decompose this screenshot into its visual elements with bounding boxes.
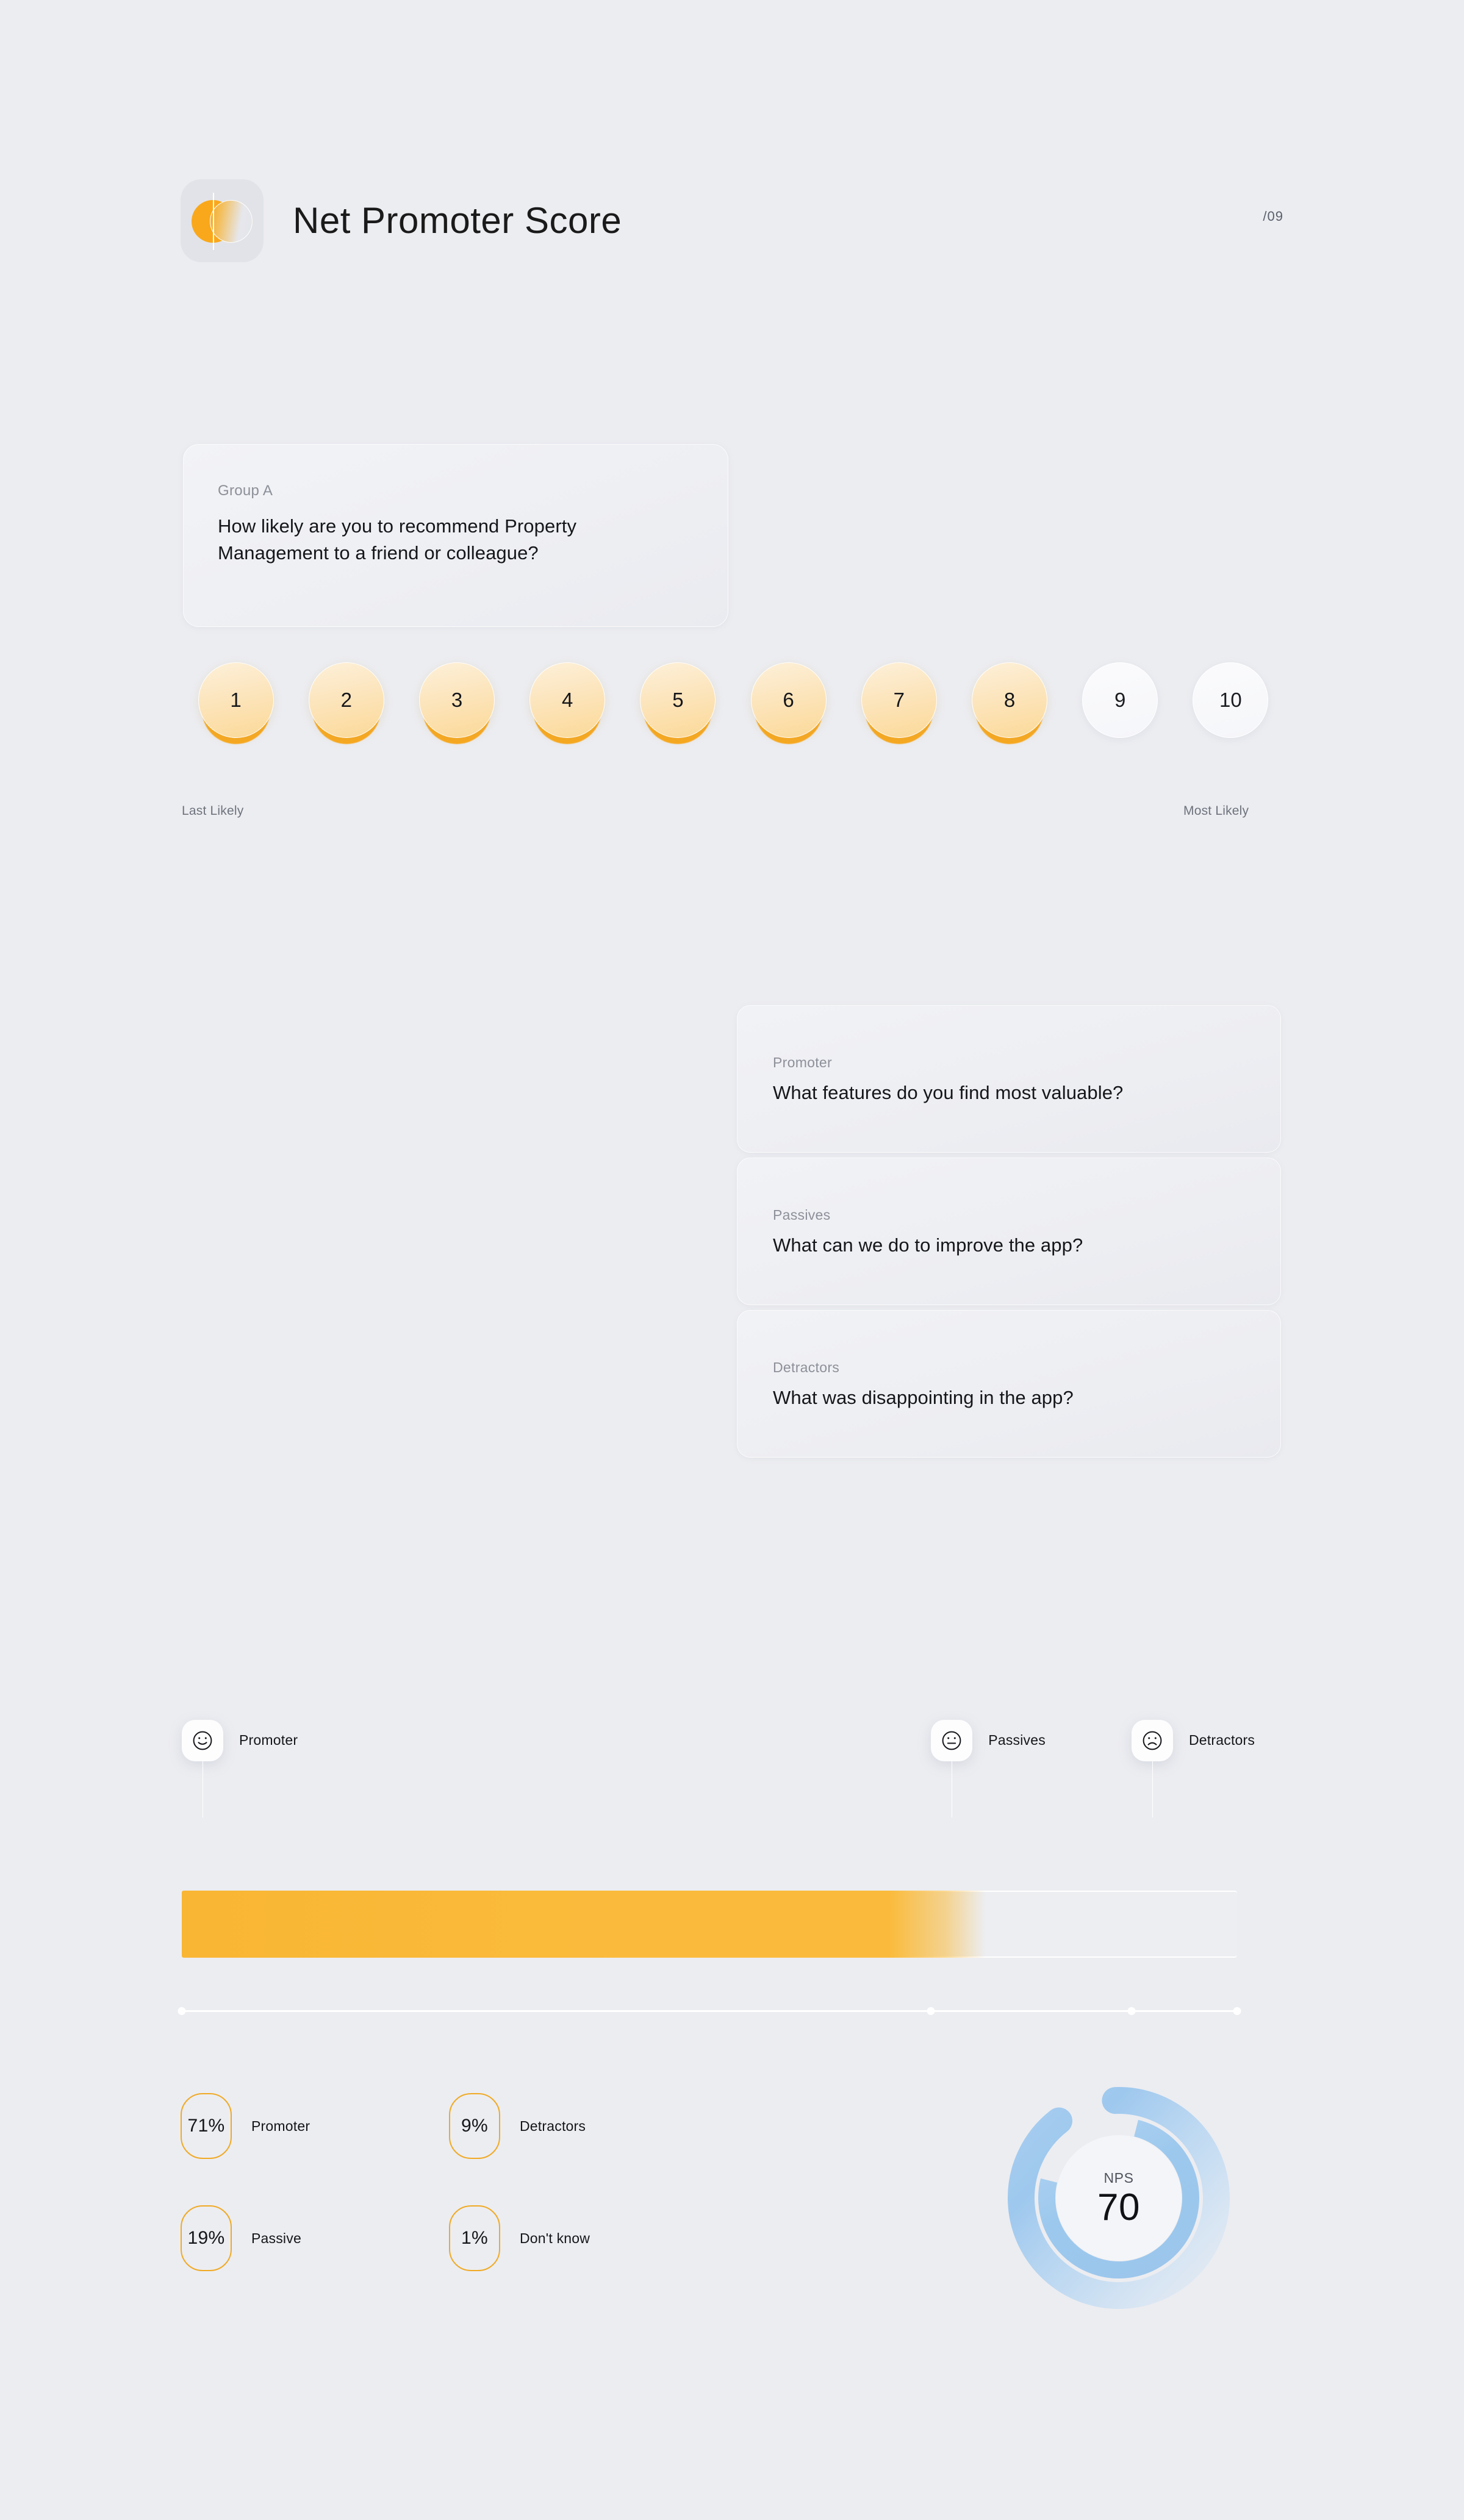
scale-option-label: 3 <box>419 662 495 738</box>
stat-label: Promoter <box>251 2117 310 2134</box>
page-title: Net Promoter Score <box>293 200 622 241</box>
bar-fill-promoter <box>182 1891 986 1958</box>
segment-marker-passives: Passives <box>931 1720 1046 1817</box>
question-group-label: Group A <box>218 482 273 499</box>
stat-value-badge: 19% <box>181 2205 232 2271</box>
scale-option-1[interactable]: 1 <box>198 662 274 760</box>
bar-tick-rule <box>178 2006 1241 2015</box>
frowning-face-icon <box>1132 1720 1173 1761</box>
followup-card-passives: Passives What can we do to improve the ap… <box>737 1158 1281 1305</box>
stat-label: Detractors <box>520 2117 586 2134</box>
segment-marker-label: Passives <box>988 1732 1046 1748</box>
stat-detractors: 9% Detractors <box>449 2093 586 2159</box>
followup-card-promoter: Promoter What features do you find most v… <box>737 1005 1281 1153</box>
stat-value-badge: 71% <box>181 2093 232 2159</box>
question-card: Group A How likely are you to recommend … <box>183 444 728 627</box>
scale-option-10[interactable]: 10 <box>1193 662 1269 760</box>
stat-value-badge: 9% <box>449 2093 500 2159</box>
followup-eyebrow: Passives <box>773 1206 831 1223</box>
smiley-face-icon <box>182 1720 223 1761</box>
neutral-face-icon <box>931 1720 973 1761</box>
scale-option-5[interactable]: 5 <box>640 662 716 760</box>
page-header: Net Promoter Score /09 <box>181 178 1283 263</box>
followup-eyebrow: Promoter <box>773 1054 832 1070</box>
scale-option-label: 8 <box>972 662 1047 738</box>
scale-option-8[interactable]: 8 <box>972 662 1047 760</box>
scale-caption-left: Last Likely <box>182 804 244 818</box>
segment-marker-promoter: Promoter <box>182 1720 298 1817</box>
segment-marker-list: Promoter Passives Detractors <box>0 1720 1464 1842</box>
segment-marker-stem <box>1152 1761 1154 1817</box>
scale-option-3[interactable]: 3 <box>419 662 495 760</box>
scale-option-6[interactable]: 6 <box>750 662 827 760</box>
segment-marker-label: Detractors <box>1189 1732 1255 1748</box>
stat-promoter: 71% Promoter <box>181 2093 310 2159</box>
nps-gauge: NPS 70 <box>999 2078 1238 2318</box>
question-text: How likely are you to recommend Property… <box>218 515 577 564</box>
rule-tick-dot <box>1233 2007 1241 2015</box>
scale-option-4[interactable]: 4 <box>529 662 606 760</box>
scale-option-label: 2 <box>308 662 384 738</box>
segment-marker-label: Promoter <box>239 1732 298 1748</box>
rule-tick-dot <box>178 2007 186 2015</box>
rule-tick-dot <box>1127 2007 1136 2015</box>
followup-question: What was disappointing in the app? <box>773 1386 1074 1408</box>
stat-label: Don't know <box>520 2230 590 2246</box>
distribution-bar <box>182 1891 1237 1958</box>
rating-scale: 1 2 3 4 5 6 7 8 9 10 <box>181 662 1286 771</box>
scale-option-9[interactable]: 9 <box>1082 662 1158 760</box>
slide-root: Net Promoter Score /09 Group A How likel… <box>0 0 1464 2520</box>
followup-question: What features do you find most valuable? <box>773 1081 1124 1103</box>
gauge-title: NPS <box>1103 2169 1134 2186</box>
followup-eyebrow: Detractors <box>773 1359 840 1375</box>
scale-option-label: 7 <box>861 662 937 738</box>
scale-option-2[interactable]: 2 <box>308 662 384 760</box>
stat-passive: 19% Passive <box>181 2205 301 2271</box>
scale-option-label: 5 <box>640 662 716 738</box>
stat-badge-list: 71% Promoter 9% Detractors 19% Passive 1% Don't… <box>181 2093 852 2294</box>
logo-ghost-circle <box>210 200 253 243</box>
gauge-value: 70 <box>1097 2186 1140 2228</box>
gauge-center-text: NPS 70 <box>999 2078 1238 2318</box>
stat-label: Passive <box>251 2230 301 2246</box>
logo-divider-line <box>213 193 214 250</box>
followup-question: What can we do to improve the app? <box>773 1234 1083 1256</box>
overlapping-circles-logo-icon <box>181 179 264 262</box>
scale-option-7[interactable]: 7 <box>861 662 937 760</box>
followup-card-detractors: Detractors What was disappointing in the … <box>737 1310 1281 1458</box>
rule-line <box>182 2010 1237 2012</box>
scale-option-label: 9 <box>1082 662 1158 738</box>
rule-tick-dot <box>927 2007 935 2015</box>
scale-option-label: 4 <box>529 662 606 738</box>
segment-marker-stem <box>951 1761 953 1817</box>
followup-card-list: Promoter What features do you find most v… <box>737 1005 1281 1462</box>
stat-value-badge: 1% <box>449 2205 500 2271</box>
segment-marker-stem <box>202 1761 204 1817</box>
stat-don-t-know: 1% Don't know <box>449 2205 590 2271</box>
scale-option-label: 6 <box>750 662 827 738</box>
scale-option-label: 10 <box>1193 662 1269 738</box>
scale-caption-right: Most Likely <box>1183 804 1249 818</box>
segment-marker-detractors: Detractors <box>1132 1720 1255 1817</box>
page-number: /09 <box>1263 209 1283 224</box>
scale-option-label: 1 <box>198 662 274 738</box>
